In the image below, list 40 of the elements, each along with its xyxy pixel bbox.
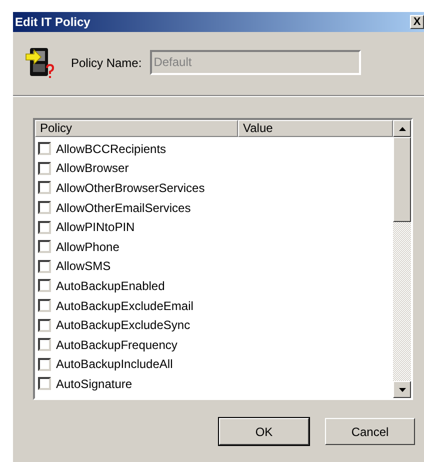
scroll-up-button[interactable] — [393, 120, 411, 137]
ok-button[interactable]: OK — [219, 418, 309, 445]
checkbox[interactable] — [38, 318, 51, 332]
scroll-thumb[interactable] — [393, 137, 411, 222]
policy-name[interactable]: AutoBackupFrequency — [56, 338, 178, 352]
policy-name[interactable]: AllowOtherEmailServices — [56, 200, 191, 215]
policy-name[interactable]: AutoSignature — [56, 376, 132, 391]
policy-name[interactable]: AllowPhone — [56, 240, 120, 254]
close-button[interactable]: X — [410, 15, 424, 29]
policy-name[interactable]: AutoBackupExcludeEmail — [56, 298, 194, 313]
checkbox[interactable] — [38, 201, 51, 214]
policy-name-label: Policy Name: — [71, 56, 142, 70]
scrollbar[interactable] — [393, 120, 411, 398]
checkbox[interactable] — [38, 358, 51, 371]
checkbox[interactable] — [38, 279, 51, 292]
policy-name[interactable]: AllowBCCRecipients — [56, 142, 166, 156]
checkbox[interactable] — [38, 377, 51, 390]
policy-name[interactable]: AllowPINtoPIN — [56, 220, 135, 234]
policy-name[interactable]: AutoBackupEnabled — [56, 278, 165, 293]
checkbox[interactable] — [38, 162, 51, 175]
checkbox[interactable] — [38, 260, 51, 273]
checkbox[interactable] — [38, 299, 51, 312]
column-header[interactable]: Value — [238, 120, 393, 137]
scroll-down-button[interactable] — [393, 381, 411, 398]
policy-name[interactable]: AllowOtherBrowserServices — [56, 180, 205, 195]
policy-name[interactable]: AutoBackupIncludeAll — [56, 357, 173, 372]
policy-name[interactable]: AutoBackupExcludeSync — [56, 318, 190, 332]
checkbox[interactable] — [38, 181, 51, 194]
cancel-button[interactable]: Cancel — [325, 418, 415, 445]
up-triangle-icon — [398, 126, 406, 130]
policy-name[interactable]: AllowBrowser — [56, 161, 129, 176]
column-header[interactable]: Policy — [35, 120, 238, 137]
checkbox[interactable] — [38, 338, 51, 352]
down-triangle-icon — [398, 388, 406, 392]
window-title: Edit IT Policy — [15, 15, 90, 29]
policy-name[interactable]: AllowSMS — [56, 259, 111, 274]
checkbox[interactable] — [38, 220, 51, 234]
checkbox[interactable] — [38, 142, 51, 156]
device-policy-icon — [25, 46, 57, 80]
checkbox[interactable] — [38, 240, 51, 254]
